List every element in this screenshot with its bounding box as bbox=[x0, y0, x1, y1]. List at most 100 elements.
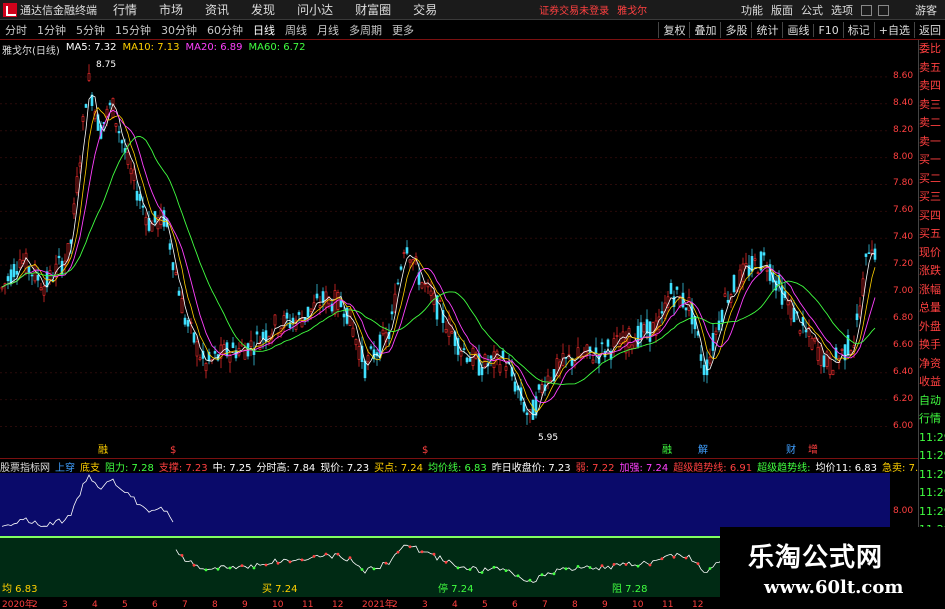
maximize-icon[interactable] bbox=[878, 4, 889, 16]
info-panel-row[interactable]: 总量 bbox=[919, 299, 945, 318]
candle-body bbox=[231, 342, 235, 348]
period-15min[interactable]: 15分钟 bbox=[110, 22, 156, 38]
kline-chart[interactable]: 8.75 5.95 融 $ $ 融 解 财 增 bbox=[0, 40, 890, 458]
event-marker-report: 财 bbox=[786, 443, 796, 456]
info-panel-row[interactable]: 11:29 bbox=[919, 447, 945, 466]
tool-back[interactable]: 返回 bbox=[914, 22, 945, 38]
info-panel-row[interactable]: 11:29 bbox=[919, 484, 945, 503]
info-panel-row[interactable]: 11:29 bbox=[919, 466, 945, 485]
candle-body bbox=[768, 264, 772, 281]
period-daily[interactable]: 日线 bbox=[248, 22, 280, 38]
indicator-signal-dot bbox=[600, 564, 604, 567]
info-panel-row[interactable]: 11:29 bbox=[919, 503, 945, 522]
period-monthly[interactable]: 月线 bbox=[312, 22, 344, 38]
period-multi[interactable]: 多周期 bbox=[344, 22, 387, 38]
tool-mark[interactable]: 标记 bbox=[842, 22, 874, 38]
menu-trade[interactable]: 交易 bbox=[413, 1, 437, 18]
login-warning[interactable]: 证券交易未登录 bbox=[539, 2, 609, 17]
indicator-signal-dot bbox=[624, 563, 628, 566]
candle-body bbox=[138, 193, 142, 201]
price-axis-tick: 6.20 bbox=[893, 393, 914, 404]
price-axis-tick: 7.40 bbox=[893, 232, 914, 243]
info-panel-row[interactable]: 委比 bbox=[919, 40, 945, 59]
price-axis-tick: 8.40 bbox=[893, 97, 914, 108]
candle-body bbox=[24, 252, 28, 274]
period-1min[interactable]: 1分钟 bbox=[32, 22, 71, 38]
candle-body bbox=[315, 293, 319, 299]
candle-body bbox=[660, 311, 664, 314]
info-panel-row[interactable]: 买三 bbox=[919, 188, 945, 207]
menu-formula[interactable]: 公式 bbox=[801, 2, 823, 18]
ma20-value: MA20: 6.89 bbox=[185, 42, 243, 53]
candle-body bbox=[177, 290, 181, 296]
candle-body bbox=[429, 290, 433, 296]
tool-stats[interactable]: 统计 bbox=[751, 22, 782, 38]
info-panel-row[interactable]: 外盘 bbox=[919, 318, 945, 337]
info-panel-row[interactable]: 卖三 bbox=[919, 96, 945, 115]
period-tick[interactable]: 分时 bbox=[0, 22, 32, 38]
candle-body bbox=[381, 329, 385, 335]
period-30min[interactable]: 30分钟 bbox=[156, 22, 202, 38]
candle-body bbox=[831, 369, 835, 376]
minimize-icon[interactable] bbox=[861, 4, 872, 16]
candle-body bbox=[780, 285, 784, 305]
period-weekly[interactable]: 周线 bbox=[280, 22, 312, 38]
info-panel-row[interactable]: 买五 bbox=[919, 225, 945, 244]
info-panel-row[interactable]: 卖二 bbox=[919, 114, 945, 133]
info-panel-row[interactable]: 净资 bbox=[919, 355, 945, 374]
period-5min[interactable]: 5分钟 bbox=[71, 22, 110, 38]
guest-user[interactable]: 游客 bbox=[915, 2, 937, 18]
info-panel-row[interactable]: 收益 bbox=[919, 373, 945, 392]
candle-body bbox=[180, 298, 184, 314]
menu-function[interactable]: 功能 bbox=[741, 2, 763, 18]
indicator-signal-dot bbox=[264, 563, 268, 567]
menu-discover[interactable]: 发现 bbox=[251, 1, 275, 18]
indicator-signal-dot bbox=[588, 566, 592, 569]
indicator-signal-dot bbox=[420, 550, 424, 554]
indicator-name[interactable]: 股票指标网 bbox=[0, 459, 50, 474]
menu-quotes[interactable]: 行情 bbox=[113, 1, 137, 18]
period-60min[interactable]: 60分钟 bbox=[202, 22, 248, 38]
ma10-line bbox=[1, 106, 876, 413]
menu-wealth[interactable]: 财富圈 bbox=[355, 1, 391, 18]
info-panel-row[interactable]: 换手 bbox=[919, 336, 945, 355]
tool-multi-stock[interactable]: 多股 bbox=[720, 22, 751, 38]
info-panel-row[interactable]: 卖一 bbox=[919, 133, 945, 152]
candle-body bbox=[255, 331, 259, 335]
price-axis-tick: 6.80 bbox=[893, 312, 914, 323]
tool-adjust[interactable]: 复权 bbox=[658, 22, 689, 38]
candle-body bbox=[750, 256, 754, 272]
info-panel-row[interactable]: 卖五 bbox=[919, 59, 945, 78]
app-title: 通达信金融终端 bbox=[20, 3, 97, 17]
info-panel-row[interactable]: 涨幅 bbox=[919, 281, 945, 300]
info-panel-row[interactable]: 11:29 bbox=[919, 429, 945, 448]
high-price-label: 8.75 bbox=[96, 60, 116, 70]
menu-market[interactable]: 市场 bbox=[159, 1, 183, 18]
info-panel-row[interactable]: 涨跌 bbox=[919, 262, 945, 281]
indicator-header: 股票指标网 上穿 底支 阻力: 7.28 支撑: 7.23 中: 7.25 分时高: 7.… bbox=[0, 458, 918, 473]
candle-body bbox=[537, 384, 541, 390]
tool-f10[interactable]: F10 bbox=[813, 23, 842, 37]
date-axis-tick: 10 bbox=[632, 600, 644, 609]
info-panel-row[interactable]: 行情 bbox=[919, 410, 945, 429]
tool-draw[interactable]: 画线 bbox=[782, 22, 813, 38]
period-more[interactable]: 更多 bbox=[387, 22, 419, 38]
menu-news[interactable]: 资讯 bbox=[205, 1, 229, 18]
info-panel-row[interactable]: 买四 bbox=[919, 207, 945, 226]
date-axis-tick: 10 bbox=[272, 600, 284, 609]
stop-label: 停 7.24 bbox=[438, 582, 473, 595]
tool-add-watchlist[interactable]: +自选 bbox=[873, 22, 914, 38]
info-panel-row[interactable]: 自动 bbox=[919, 392, 945, 411]
candle-body bbox=[75, 176, 79, 194]
indicator-signal-dot bbox=[372, 567, 376, 571]
tool-overlay[interactable]: 叠加 bbox=[689, 22, 720, 38]
menu-layout[interactable]: 版面 bbox=[771, 2, 793, 18]
candle-body bbox=[171, 262, 175, 271]
info-panel-row[interactable]: 卖四 bbox=[919, 77, 945, 96]
info-panel-row[interactable]: 买二 bbox=[919, 170, 945, 189]
menu-ask[interactable]: 问小达 bbox=[297, 1, 333, 18]
info-panel-row[interactable]: 现价 bbox=[919, 244, 945, 263]
menu-options[interactable]: 选项 bbox=[831, 2, 853, 18]
info-panel-row[interactable]: 买一 bbox=[919, 151, 945, 170]
candle-body bbox=[732, 274, 736, 293]
